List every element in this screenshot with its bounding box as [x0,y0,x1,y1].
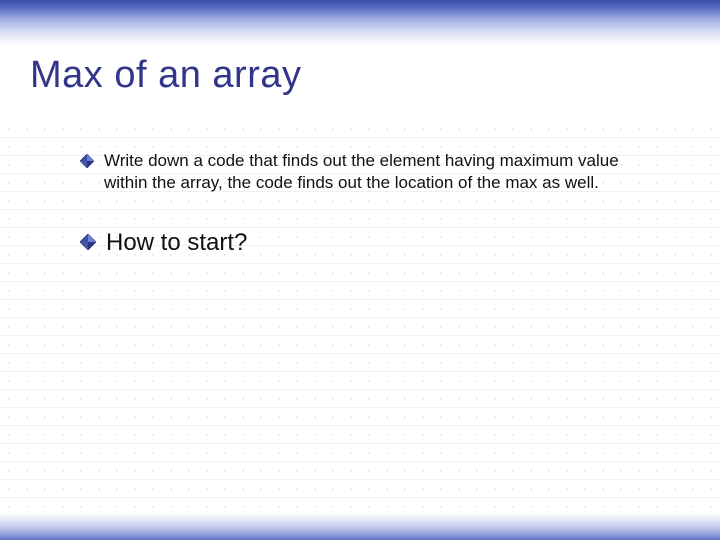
bottom-gradient-band [0,512,720,540]
bullet-item: Write down a code that finds out the ele… [80,150,660,194]
slide-content: Write down a code that finds out the ele… [80,150,660,292]
slide: Max of an array Write down a code that f… [0,0,720,540]
top-gradient-band [0,0,720,46]
bullet-item: How to start? [80,228,660,258]
slide-title: Max of an array [30,54,302,97]
diamond-bullet-icon [80,234,96,250]
bullet-text: Write down a code that finds out the ele… [104,150,660,194]
diamond-bullet-icon [80,154,94,168]
bullet-text: How to start? [106,228,247,258]
